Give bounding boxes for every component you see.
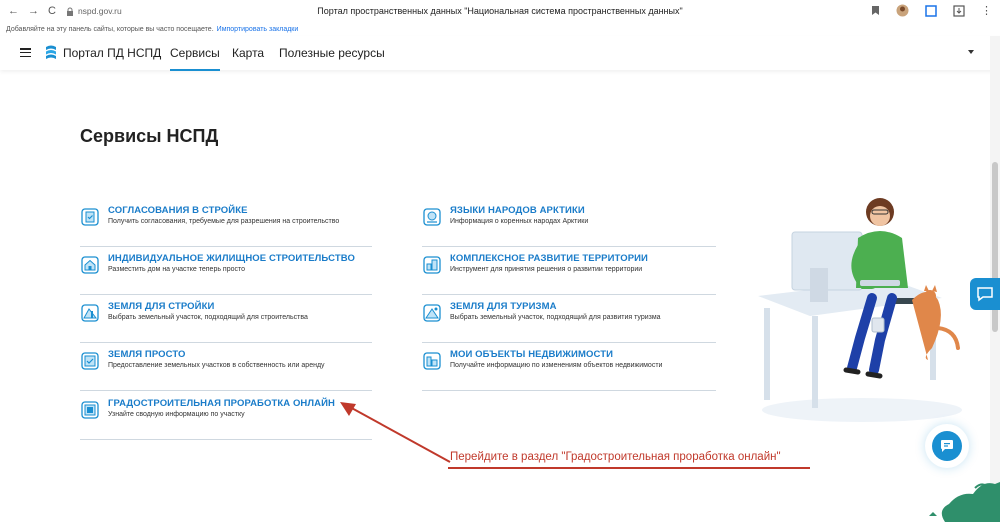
site-header: Портал ПД НСПД Сервисы Карта Полезные ре… xyxy=(0,36,1000,71)
service-desc: Информация о коренных народах Арктики xyxy=(450,218,589,225)
bookmark-icon[interactable] xyxy=(871,5,880,16)
service-desc: Получайте информацию по изменениям объек… xyxy=(450,362,663,369)
service-desc: Разместить дом на участке теперь просто xyxy=(108,266,246,273)
house-plot-icon xyxy=(81,256,99,274)
service-title[interactable]: ЗЕМЛЯ ПРОСТО xyxy=(108,349,186,360)
service-item-urban-planning[interactable]: ГРАДОСТРОИТЕЛЬНАЯ ПРОРАБОТКА ОНЛАЙН Узна… xyxy=(80,398,372,440)
side-feedback-widget[interactable] xyxy=(970,278,1000,310)
nav-services[interactable]: Сервисы xyxy=(170,46,220,71)
chat-icon xyxy=(941,440,953,452)
service-desc: Выбрать земельный участок, подходящий дл… xyxy=(450,314,661,321)
bookmarks-prompt: Добавляйте на эту панель сайты, которые … xyxy=(6,25,214,33)
hamburger-menu-icon[interactable] xyxy=(20,48,31,57)
nspd-logo-icon[interactable] xyxy=(44,45,58,61)
forward-icon[interactable]: → xyxy=(28,5,39,17)
page-title: Сервисы НСПД xyxy=(80,126,219,146)
service-title[interactable]: ИНДИВИДУАЛЬНОЕ ЖИЛИЩНОЕ СТРОИТЕЛЬСТВО xyxy=(108,253,355,264)
nav-resources[interactable]: Полезные ресурсы xyxy=(279,46,385,60)
service-title[interactable]: ГРАДОСТРОИТЕЛЬНАЯ ПРОРАБОТКА ОНЛАЙН xyxy=(108,398,335,409)
brand-name[interactable]: Портал ПД НСПД xyxy=(63,46,161,60)
annotation-text: Перейдите в раздел "Градостроительная пр… xyxy=(450,451,781,463)
service-desc: Инструмент для принятия решения о развит… xyxy=(450,266,643,273)
service-title[interactable]: ЗЕМЛЯ ДЛЯ ТУРИЗМА xyxy=(450,301,557,312)
service-item-tourism-land[interactable]: ЗЕМЛЯ ДЛЯ ТУРИЗМА Выбрать земельный учас… xyxy=(422,301,716,343)
profile-icon[interactable] xyxy=(896,4,909,17)
service-title[interactable]: ЯЗЫКИ НАРОДОВ АРКТИКИ xyxy=(450,205,585,216)
nav-map[interactable]: Карта xyxy=(232,46,264,60)
chat-bubble-icon xyxy=(977,287,993,302)
import-bookmarks-link[interactable]: Импортировать закладки xyxy=(217,26,299,33)
urban-planning-icon xyxy=(81,401,99,419)
browser-actions: ⋮ xyxy=(871,4,992,17)
annotation-underline xyxy=(448,467,810,469)
service-item-approvals[interactable]: СОГЛАСОВАНИЯ В СТРОЙКЕ Получить согласов… xyxy=(80,205,372,247)
browser-toolbar: ← → C nspd.gov.ru Портал пространственны… xyxy=(0,0,1000,22)
tourism-land-icon xyxy=(423,304,441,322)
service-title[interactable]: ЗЕМЛЯ ДЛЯ СТРОЙКИ xyxy=(108,301,214,312)
service-item-land-simple[interactable]: ЗЕМЛЯ ПРОСТО Предоставление земельных уч… xyxy=(80,349,372,391)
service-desc: Выбрать земельный участок, подходящий дл… xyxy=(108,314,308,321)
service-item-arctic-languages[interactable]: ЯЗЫКИ НАРОДОВ АРКТИКИ Информация о корен… xyxy=(422,205,716,247)
address-bar[interactable]: nspd.gov.ru xyxy=(66,6,122,16)
service-title[interactable]: МОИ ОБЪЕКТЫ НЕДВИЖИМОСТИ xyxy=(450,349,613,360)
chevron-down-icon[interactable] xyxy=(968,50,974,54)
chat-button[interactable] xyxy=(925,424,969,468)
my-property-icon xyxy=(423,352,441,370)
map-fragment xyxy=(929,482,1000,522)
back-icon[interactable]: ← xyxy=(8,5,19,17)
menu-dots-icon[interactable]: ⋮ xyxy=(981,4,992,17)
territory-development-icon xyxy=(423,256,441,274)
service-item-territory-development[interactable]: КОМПЛЕКСНОЕ РАЗВИТИЕ ТЕРРИТОРИИ Инструме… xyxy=(422,253,716,295)
bookmarks-bar: Добавляйте на эту панель сайты, которые … xyxy=(0,22,1000,36)
service-title[interactable]: КОМПЛЕКСНОЕ РАЗВИТИЕ ТЕРРИТОРИИ xyxy=(450,253,648,264)
arctic-languages-icon xyxy=(423,208,441,226)
service-title[interactable]: СОГЛАСОВАНИЯ В СТРОЙКЕ xyxy=(108,205,248,216)
woman-at-desk-illustration xyxy=(758,198,962,422)
browser-nav: ← → C xyxy=(0,5,56,17)
chat-button-inner[interactable] xyxy=(932,431,962,461)
url-text: nspd.gov.ru xyxy=(77,6,122,16)
service-desc: Предоставление земельных участков в собс… xyxy=(108,362,325,369)
annotation-arrow xyxy=(340,402,451,463)
screenshot-icon[interactable] xyxy=(925,4,937,17)
window-title: Портал пространственных данных "Национал… xyxy=(317,6,683,16)
reload-icon[interactable]: C xyxy=(48,5,56,17)
service-item-land-construction[interactable]: ЗЕМЛЯ ДЛЯ СТРОЙКИ Выбрать земельный учас… xyxy=(80,301,372,343)
service-item-ihs[interactable]: ИНДИВИДУАЛЬНОЕ ЖИЛИЩНОЕ СТРОИТЕЛЬСТВО Ра… xyxy=(80,253,372,295)
lock-icon xyxy=(66,7,73,16)
service-desc: Получить согласования, требуемые для раз… xyxy=(108,218,340,225)
construction-land-icon xyxy=(81,304,99,322)
land-document-icon xyxy=(81,352,99,370)
service-item-my-property[interactable]: МОИ ОБЪЕКТЫ НЕДВИЖИМОСТИ Получайте инфор… xyxy=(422,349,716,391)
service-desc: Узнайте сводную информацию по участку xyxy=(108,411,245,418)
document-check-icon xyxy=(81,208,99,226)
download-icon[interactable] xyxy=(953,4,965,17)
